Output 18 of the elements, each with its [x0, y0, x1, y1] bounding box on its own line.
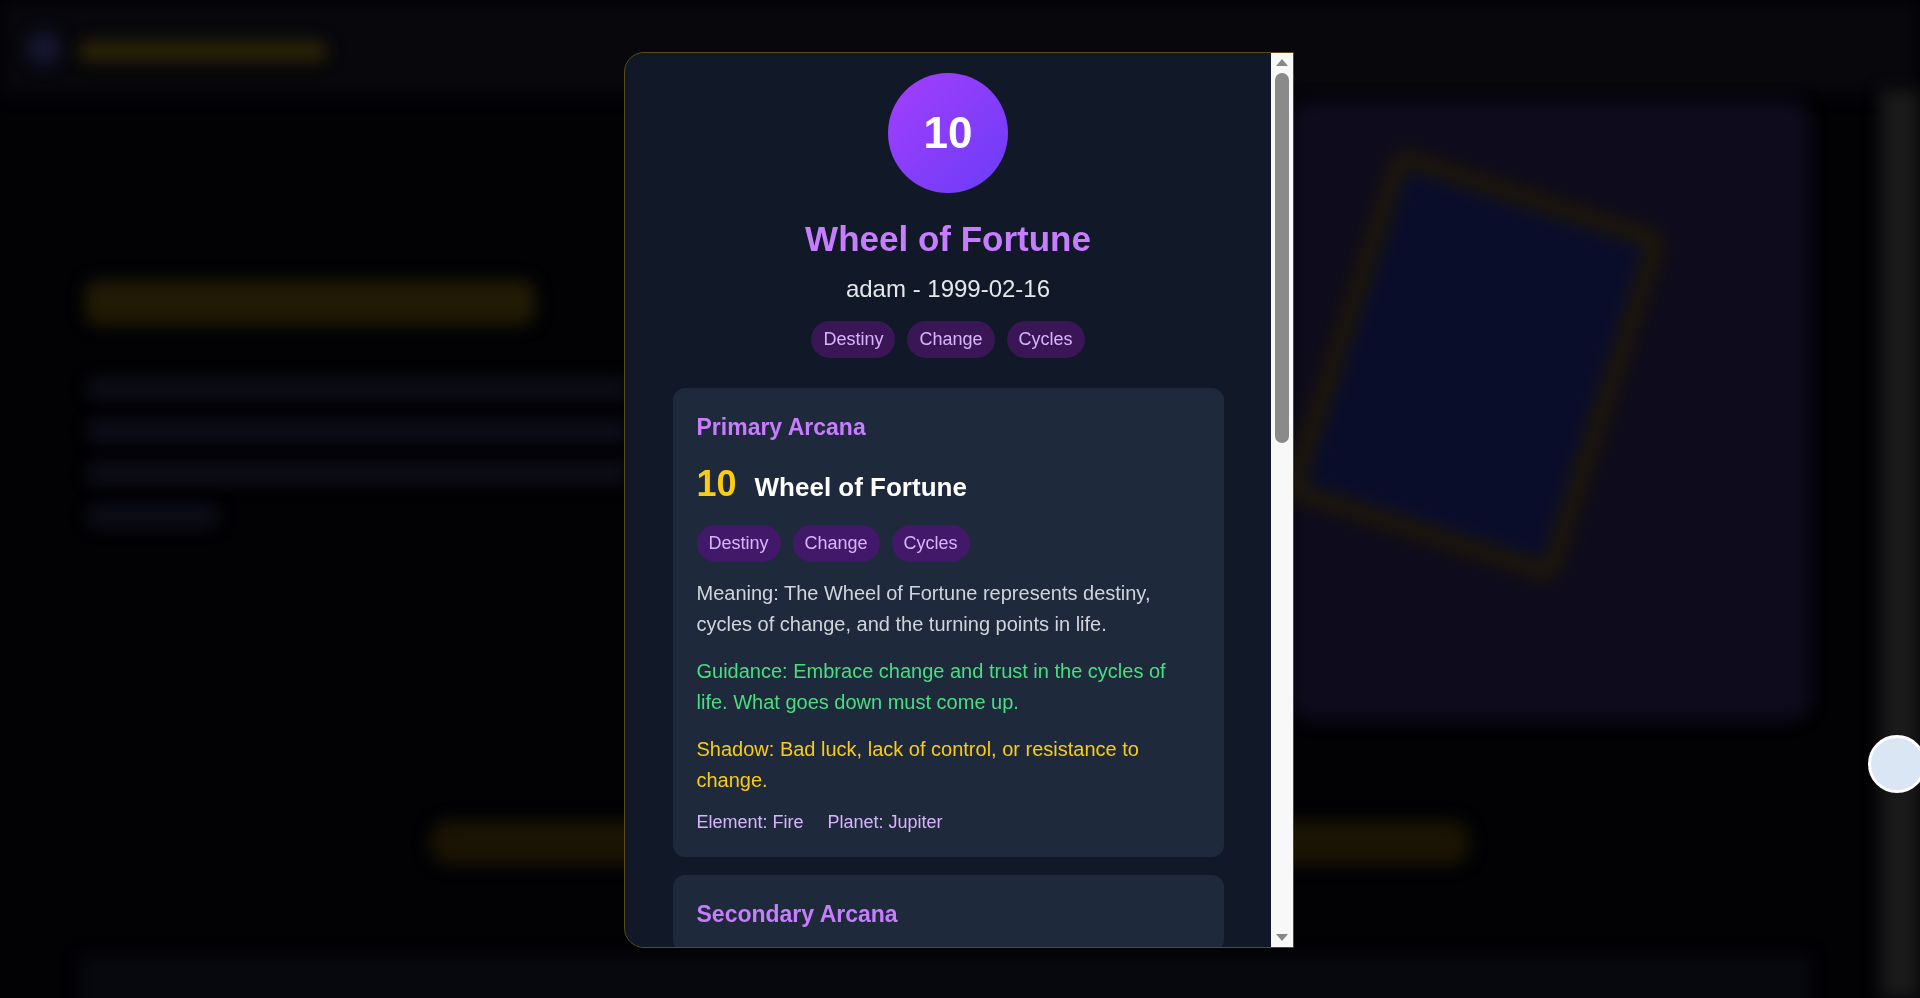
- keyword-tag: Cycles: [1006, 321, 1085, 358]
- keyword-tag: Destiny: [811, 321, 896, 358]
- arcana-name: Wheel of Fortune: [754, 472, 967, 503]
- attribute-text: Element: Fire: [696, 812, 804, 833]
- keyword-tag: Destiny: [696, 525, 781, 562]
- section-heading: Secondary Arcana: [696, 901, 899, 928]
- shadow-text: Shadow: Bad luck, lack of control, or resistance to change.: [696, 737, 1140, 793]
- guidance-text: Guidance: Embrace change and trust in the cycles of life. What goes down must come up.: [696, 659, 1167, 715]
- meaning-text: Meaning: The Wheel of Fortune represents destiny, cycles of change, and the turning points in life.: [696, 581, 1152, 637]
- number-badge: 10: [888, 73, 1008, 193]
- arcana-number: 10: [696, 463, 737, 505]
- keyword-tag: Change: [907, 321, 995, 358]
- keyword-tag: Cycles: [891, 525, 970, 562]
- keyword-tag: Change: [792, 525, 880, 562]
- name-and-date: adam - 1999-02-16: [845, 275, 1051, 303]
- section-heading: Primary Arcana: [696, 414, 867, 441]
- card-title: Wheel of Fortune: [805, 219, 1091, 259]
- attribute-text: Planet: Jupiter: [827, 812, 943, 833]
